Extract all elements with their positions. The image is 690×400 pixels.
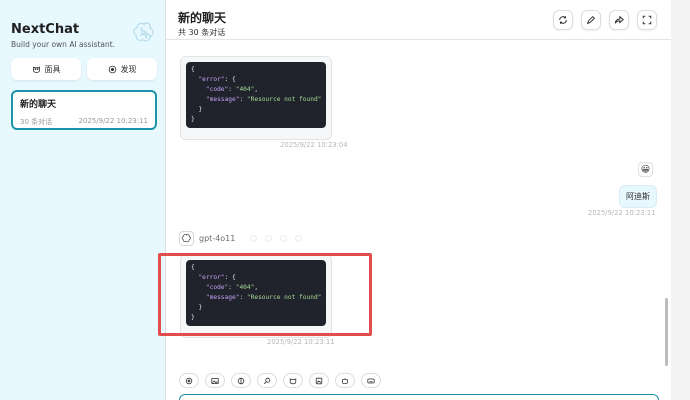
scrollbar-thumb[interactable]	[665, 298, 668, 366]
code-block: { "error": { "code": "404", "message": "…	[186, 260, 326, 326]
image-button[interactable]	[205, 373, 225, 388]
session-title: 新的聊天	[20, 100, 57, 110]
code-block: { "error": { "code": "404", "message": "…	[186, 62, 326, 128]
robot-icon	[342, 377, 348, 384]
input-toolbar	[179, 373, 381, 388]
page-subtitle: 共 30 条对话	[178, 28, 226, 37]
mask-button[interactable]: 面具	[11, 58, 81, 80]
mask-icon	[289, 377, 297, 384]
bot-model-name: gpt-4o11	[199, 234, 236, 243]
upload-image-icon	[315, 377, 323, 384]
session-meta: 30 条对话 2025/9/22 10:23:11	[20, 117, 148, 127]
refresh-button[interactable]	[553, 10, 573, 30]
chat-input[interactable]	[179, 394, 659, 400]
sidebar: NextChat Build your own AI assistant. 面具…	[0, 0, 166, 400]
session-time: 2025/9/22 10:23:11	[78, 117, 148, 125]
user-avatar: 😀	[638, 162, 653, 177]
keyboard-button[interactable]	[361, 373, 381, 388]
bot-message-code: { "error": { "code": "404", "message": "…	[180, 254, 332, 338]
edit-icon	[586, 15, 596, 25]
page-title: 新的聊天	[178, 11, 227, 25]
chat-header: 新的聊天 共 30 条对话	[166, 0, 671, 40]
keyboard-icon	[367, 378, 375, 383]
discover-button-label: 发现	[120, 64, 137, 74]
chat-main: 新的聊天 共 30 条对话 { "error": { "code": "404"…	[166, 0, 671, 400]
openai-logo-icon	[133, 22, 154, 42]
share-button[interactable]	[609, 10, 629, 30]
discover-button[interactable]: 发现	[87, 58, 157, 80]
prompt-button[interactable]	[257, 373, 277, 388]
openai-logo-icon	[181, 233, 191, 243]
session-item[interactable]: 新的聊天 30 条对话 2025/9/22 10:23:11	[11, 90, 157, 130]
session-count: 30 条对话	[20, 118, 53, 126]
brand-title: NextChat	[11, 22, 80, 37]
brand: NextChat Build your own AI assistant.	[11, 22, 115, 49]
share-icon	[614, 15, 624, 24]
sidebar-buttons: 面具 发现	[11, 58, 157, 80]
settings-icon	[185, 377, 193, 384]
delete-action[interactable]	[265, 235, 273, 242]
robot-button[interactable]	[335, 373, 355, 388]
header-actions	[553, 10, 657, 30]
mask-button-label: 面具	[44, 64, 61, 74]
chat-body: { "error": { "code": "404", "message": "…	[166, 40, 671, 365]
pin-action[interactable]	[280, 235, 288, 242]
edit-button[interactable]	[581, 10, 601, 30]
user-message-timestamp: 2025/9/22 10:23:11	[588, 209, 656, 217]
fullscreen-button[interactable]	[637, 10, 657, 30]
settings-button[interactable]	[179, 373, 199, 388]
bot-avatar	[179, 231, 194, 246]
bot-message-timestamp: 2025/9/22 10:23:11	[267, 338, 335, 346]
theme-icon	[237, 377, 245, 384]
user-message: 阿迪斯	[619, 185, 657, 208]
message-actions	[250, 235, 303, 242]
bot-message-code: { "error": { "code": "404", "message": "…	[180, 56, 332, 140]
discover-icon	[108, 65, 116, 73]
image-icon	[211, 377, 219, 384]
theme-button[interactable]	[231, 373, 251, 388]
mask-icon	[32, 66, 40, 73]
brand-subtitle: Build your own AI assistant.	[11, 40, 116, 49]
copy-action[interactable]	[295, 235, 303, 242]
refresh-icon	[559, 16, 567, 24]
retry-action[interactable]	[250, 235, 258, 242]
bot-message-header: gpt-4o11	[179, 231, 303, 246]
mask-toolbar-button[interactable]	[283, 373, 303, 388]
prompt-icon	[263, 377, 271, 384]
message-timestamp: 2025/9/22 10:23:04	[280, 141, 348, 149]
fullscreen-icon	[642, 15, 652, 25]
upload-image-button[interactable]	[309, 373, 329, 388]
page-margin	[671, 0, 690, 400]
